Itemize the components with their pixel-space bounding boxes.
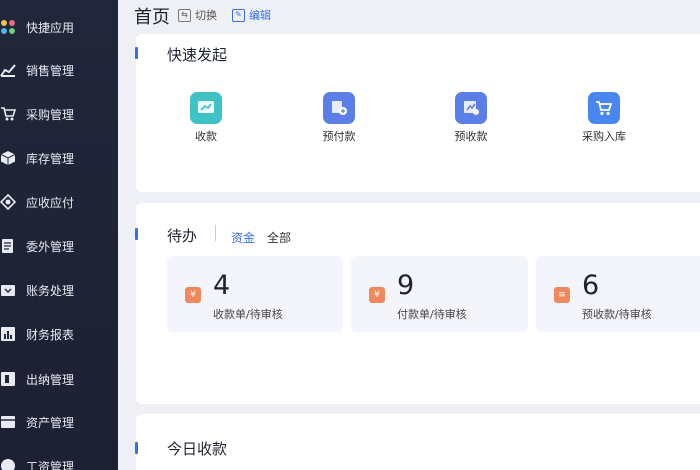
sidebar-item-label: 库存管理 <box>26 151 75 166</box>
todo-title: 待办 <box>167 227 198 245</box>
todo-count: 9 <box>397 270 415 301</box>
edit-button[interactable]: ✎ 编辑 <box>232 7 271 23</box>
todo-count: 6 <box>582 270 600 301</box>
quick-start-card: 快速发起 收款 预付款 预收款 采购入库 <box>135 34 700 192</box>
todo-card: 待办 资金 全部 ¥ 4 收款单/待审核 ¥ 9 付款单/待审核 ≡ 6 预收款… <box>135 203 700 404</box>
asset-icon <box>0 414 16 430</box>
salary-icon <box>0 458 16 470</box>
sidebar-item-salary[interactable]: 工资管理 <box>0 453 118 470</box>
section-accent <box>135 442 138 454</box>
page-title: 首页 <box>134 7 170 28</box>
box-icon <box>0 150 16 166</box>
sidebar-item-cashier[interactable]: 出纳管理 <box>0 366 118 392</box>
sales-chart-icon <box>0 62 16 78</box>
quick-action-receive[interactable]: 收款 <box>171 92 241 144</box>
switch-label: 切换 <box>195 9 217 22</box>
edit-icon: ✎ <box>232 8 245 22</box>
quick-start-title: 快速发起 <box>167 46 228 64</box>
switch-button[interactable]: ⇆ 切换 <box>178 7 217 23</box>
sidebar-item-inventory[interactable]: 库存管理 <box>0 145 118 171</box>
today-receipts-title: 今日收款 <box>167 440 228 458</box>
prepay-icon <box>323 92 355 124</box>
sidebar-item-outsourcing[interactable]: 委外管理 <box>0 233 118 259</box>
todo-count: 4 <box>213 270 231 301</box>
sidebar-item-label: 委外管理 <box>26 239 75 254</box>
todo-item-prereceipt[interactable]: ≡ 6 预收款/待审核 <box>536 256 700 332</box>
sidebar-item-receivable-payable[interactable]: 应收应付 <box>0 189 118 215</box>
quick-action-prereceive[interactable]: 预收款 <box>436 92 506 144</box>
sidebar-item-label: 应收应付 <box>26 195 75 210</box>
quick-action-label: 收款 <box>195 130 217 143</box>
sidebar-item-purchase[interactable]: 采购管理 <box>0 101 118 127</box>
tab-all[interactable]: 全部 <box>267 229 291 246</box>
sidebar-item-label: 采购管理 <box>26 107 75 122</box>
prereceive-icon <box>455 92 487 124</box>
quick-action-prepay[interactable]: 预付款 <box>304 92 374 144</box>
bill-icon: ≡ <box>554 287 570 303</box>
edit-label: 编辑 <box>249 9 271 22</box>
divider <box>215 225 216 241</box>
quick-action-label: 采购入库 <box>582 130 626 143</box>
sidebar: 快捷应用 销售管理 采购管理 库存管理 应收应付 委外管理 账务处理 财务报表 … <box>0 0 118 470</box>
yuan-icon: ¥ <box>185 287 201 303</box>
sidebar-item-label: 资产管理 <box>26 415 75 430</box>
sidebar-item-label: 财务报表 <box>26 327 75 342</box>
apps-icon <box>0 19 16 35</box>
purchase-cart-icon <box>588 92 620 124</box>
todo-label: 付款单/待审核 <box>397 308 467 321</box>
report-icon <box>0 326 16 342</box>
sidebar-item-financial-reports[interactable]: 财务报表 <box>0 321 118 347</box>
sidebar-item-quick-apps[interactable]: 快捷应用 <box>0 14 118 40</box>
todo-item-payment[interactable]: ¥ 9 付款单/待审核 <box>351 256 528 332</box>
section-accent <box>135 47 138 59</box>
quick-action-purchase-inbound[interactable]: 采购入库 <box>569 92 639 144</box>
sidebar-item-label: 工资管理 <box>26 459 75 470</box>
cart-icon <box>0 106 17 122</box>
receive-money-icon <box>190 92 222 124</box>
todo-label: 收款单/待审核 <box>213 308 283 321</box>
sidebar-item-label: 出纳管理 <box>26 372 75 387</box>
today-receipts-card: 今日收款 <box>135 414 700 470</box>
page-header: 首页 ⇆ 切换 ✎ 编辑 <box>118 0 700 30</box>
todo-item-receipt[interactable]: ¥ 4 收款单/待审核 <box>167 256 343 332</box>
document-icon <box>0 238 16 254</box>
ledger-icon <box>0 282 16 298</box>
section-accent <box>135 228 138 240</box>
sidebar-item-label: 账务处理 <box>26 283 75 298</box>
tab-funds[interactable]: 资金 <box>231 229 255 246</box>
yuan-icon: ¥ <box>369 287 385 303</box>
sidebar-item-accounting[interactable]: 账务处理 <box>0 277 118 303</box>
todo-label: 预收款/待审核 <box>582 308 652 321</box>
quick-action-label: 预收款 <box>454 130 488 143</box>
sidebar-item-assets[interactable]: 资产管理 <box>0 409 118 435</box>
cashier-icon <box>0 371 16 387</box>
quick-action-label: 预付款 <box>322 130 356 143</box>
diamond-icon <box>0 193 17 211</box>
sidebar-item-label: 销售管理 <box>26 63 75 78</box>
sidebar-item-sales[interactable]: 销售管理 <box>0 57 118 83</box>
todo-tabs: 资金 全部 <box>231 229 303 246</box>
swap-icon: ⇆ <box>178 8 191 22</box>
sidebar-item-label: 快捷应用 <box>26 20 75 35</box>
